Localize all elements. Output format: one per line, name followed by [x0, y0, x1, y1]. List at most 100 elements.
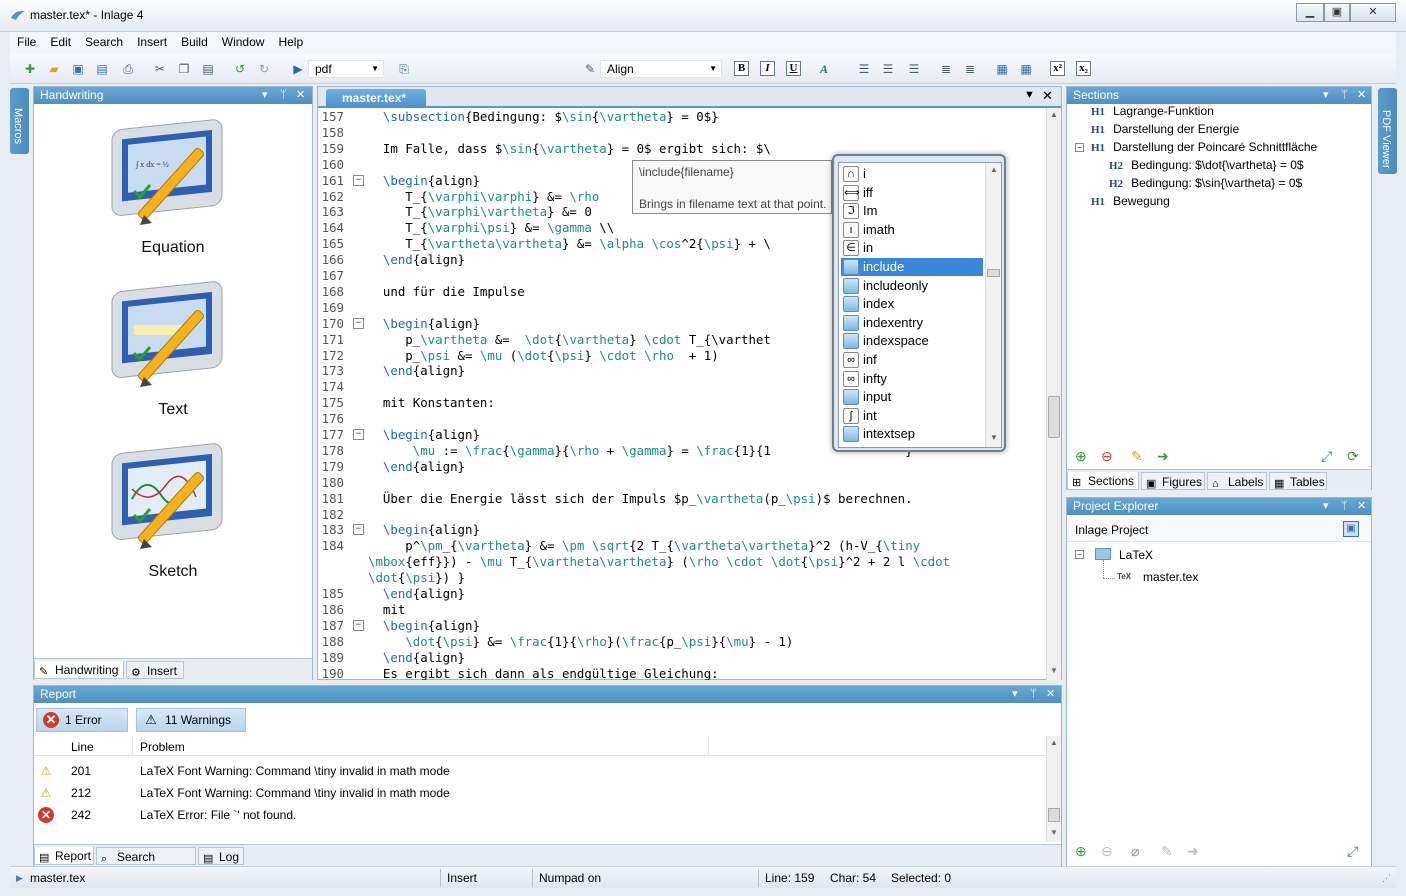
pdf-preview-icon[interactable]: ⎘: [396, 61, 412, 77]
dropdown-icon[interactable]: ▾: [1323, 498, 1329, 515]
code-line[interactable]: p^\pm_{\vartheta} &= \pm \sqrt{2 T_{\var…: [368, 538, 920, 553]
code-line[interactable]: und für die Impulse: [368, 284, 525, 299]
tab-labels[interactable]: ⌂ Labels: [1207, 472, 1267, 490]
close-tab-icon[interactable]: ✕: [1042, 88, 1053, 104]
autocomplete-item[interactable]: ∞ infty: [841, 370, 983, 388]
go-to-section-icon[interactable]: ➜: [1157, 448, 1169, 465]
scroll-up-icon[interactable]: ▲: [1050, 738, 1058, 747]
remove-file-icon[interactable]: ⊖: [1101, 843, 1113, 860]
undo-icon[interactable]: ↺: [232, 61, 248, 77]
section-item[interactable]: H2 Bedingung: $\dot{\vartheta} = 0$: [1109, 158, 1304, 172]
close-icon[interactable]: ✕: [296, 87, 305, 104]
section-item[interactable]: H1 Darstellung der Poincaré Schnittfläche: [1091, 140, 1317, 154]
text-handwriting-button[interactable]: Text: [34, 277, 312, 427]
pdf-viewer-side-tab[interactable]: PDF Viewer: [1378, 88, 1397, 174]
report-row[interactable]: ⚠ 212 LaTeX Font Warning: Command \tiny in…: [34, 782, 1046, 804]
open-file-icon[interactable]: ▰: [46, 61, 62, 77]
font-style-icon[interactable]: A: [816, 61, 832, 77]
autocomplete-item[interactable]: indexspace: [841, 332, 983, 350]
tab-sections[interactable]: ⊞ Sections: [1067, 472, 1139, 490]
remove-section-icon[interactable]: ⊖: [1101, 448, 1113, 465]
errors-filter-button[interactable]: ✕ 1 Error: [36, 708, 128, 732]
pin-icon[interactable]: ᛘ: [280, 87, 287, 104]
code-line[interactable]: \begin{align}: [368, 522, 480, 537]
scroll-down-icon[interactable]: ▼: [1050, 828, 1058, 837]
new-file-icon[interactable]: ✚: [22, 61, 38, 77]
code-line[interactable]: T_{\varphi\varphi} &= \rho: [368, 189, 599, 204]
copy-icon[interactable]: ❐: [176, 61, 192, 77]
autocomplete-item[interactable]: indexentry: [841, 314, 983, 332]
code-line[interactable]: p_\vartheta &= \dot{\vartheta} \cdot T_{…: [368, 332, 771, 347]
equation-handwriting-button[interactable]: ∫ x dx = ½ Equation: [34, 115, 312, 265]
autocomplete-item[interactable]: ∫ int: [841, 407, 983, 425]
code-line[interactable]: \end{align}: [368, 586, 465, 601]
refresh-icon[interactable]: ⟳: [1347, 448, 1359, 465]
pin-icon[interactable]: ᛘ: [1341, 87, 1348, 104]
dropdown-icon[interactable]: ▾: [1323, 87, 1329, 104]
tab-report[interactable]: ▤ Report: [34, 847, 94, 865]
close-window-button[interactable]: ✕: [1350, 3, 1396, 22]
redo-icon[interactable]: ↻: [256, 61, 272, 77]
bold-button[interactable]: B: [734, 61, 749, 76]
autocomplete-scrollbar[interactable]: ▲ ▼: [985, 163, 1001, 447]
open-icon[interactable]: ➜: [1187, 843, 1199, 860]
folder-latex[interactable]: LaTeX: [1119, 548, 1153, 562]
code-line[interactable]: \end{align}: [368, 252, 465, 267]
comment-icon[interactable]: ▦: [994, 61, 1010, 77]
menu-help[interactable]: Help: [271, 32, 310, 54]
file-master-tex[interactable]: master.tex: [1143, 570, 1198, 584]
superscript-button[interactable]: x²: [1050, 61, 1065, 76]
fold-toggle-icon[interactable]: −: [353, 619, 364, 631]
code-line[interactable]: \dot{\psi} &= \frac{1}{\rho}(\frac{p_\ps…: [368, 634, 793, 649]
autocomplete-item[interactable]: includeonly: [841, 277, 983, 295]
cut-icon[interactable]: ✂: [152, 61, 168, 77]
autocomplete-item[interactable]: input: [841, 388, 983, 406]
macros-side-tab[interactable]: Macros: [10, 88, 29, 154]
autocomplete-item[interactable]: index: [841, 295, 983, 313]
warnings-filter-button[interactable]: ⚠ 11 Warnings: [136, 708, 246, 732]
print-icon[interactable]: ⎙: [120, 61, 136, 77]
code-line[interactable]: p_\psi &= \mu (\dot{\psi} \cdot \rho + 1…: [368, 348, 718, 363]
code-line[interactable]: \mbox{eff}}) - \mu T_{\vartheta\vartheta…: [368, 554, 950, 569]
report-row[interactable]: ✕ 242 LaTeX Error: File `' not found.: [34, 804, 1046, 826]
column-line[interactable]: Line: [71, 740, 94, 754]
environment-select[interactable]: Align ▼: [600, 60, 722, 78]
autocomplete-item[interactable]: include: [841, 258, 983, 276]
subscript-button[interactable]: x₂: [1076, 61, 1091, 76]
scroll-thumb[interactable]: [1048, 808, 1060, 822]
tab-list-icon[interactable]: ▼: [1024, 89, 1035, 101]
menu-search[interactable]: Search: [78, 32, 130, 54]
italic-button[interactable]: I: [760, 61, 775, 76]
section-item[interactable]: H1 Lagrange-Funktion: [1091, 104, 1214, 118]
code-line[interactable]: Es ergibt sich dann als endgültige Gleic…: [368, 666, 719, 681]
save-icon[interactable]: ▣: [70, 61, 86, 77]
menu-insert[interactable]: Insert: [130, 32, 174, 54]
autocomplete-item[interactable]: ∩ i: [841, 165, 983, 183]
code-line[interactable]: \end{align}: [368, 363, 465, 378]
code-line[interactable]: \subsection{Bedingung: $\sin{\vartheta} …: [368, 109, 719, 124]
maximize-button[interactable]: ▣: [1324, 3, 1350, 22]
pin-icon[interactable]: ᛘ: [1341, 498, 1348, 515]
menu-edit[interactable]: Edit: [43, 32, 78, 54]
fold-toggle-icon[interactable]: −: [353, 524, 364, 536]
column-problem[interactable]: Problem: [140, 740, 185, 754]
tab-figures[interactable]: ▣ Figures: [1141, 472, 1205, 490]
code-line[interactable]: \begin{align}: [368, 618, 480, 633]
collapse-icon[interactable]: −: [1075, 550, 1084, 559]
scroll-up-icon[interactable]: ▲: [1050, 110, 1058, 119]
dropdown-icon[interactable]: ▾: [262, 87, 268, 104]
autocomplete-item[interactable]: ⟺ iff: [841, 184, 983, 202]
close-icon[interactable]: ✕: [1046, 686, 1055, 703]
autocomplete-item[interactable]: intextsep: [841, 425, 983, 443]
code-line[interactable]: \begin{align}: [368, 173, 480, 188]
align-right-icon[interactable]: ☰: [906, 61, 922, 77]
fold-toggle-icon[interactable]: −: [353, 174, 364, 186]
code-line[interactable]: \begin{align}: [368, 316, 480, 331]
menu-file[interactable]: File: [10, 32, 43, 54]
resize-grip-icon[interactable]: ⋰: [1382, 870, 1391, 886]
close-icon[interactable]: ✕: [1357, 87, 1366, 104]
menu-build[interactable]: Build: [174, 32, 215, 54]
code-line[interactable]: Über die Energie lässt sich der Impuls $…: [368, 491, 913, 506]
code-line[interactable]: \dot{\psi}) }: [368, 570, 465, 585]
scroll-up-icon[interactable]: ▲: [990, 165, 998, 174]
